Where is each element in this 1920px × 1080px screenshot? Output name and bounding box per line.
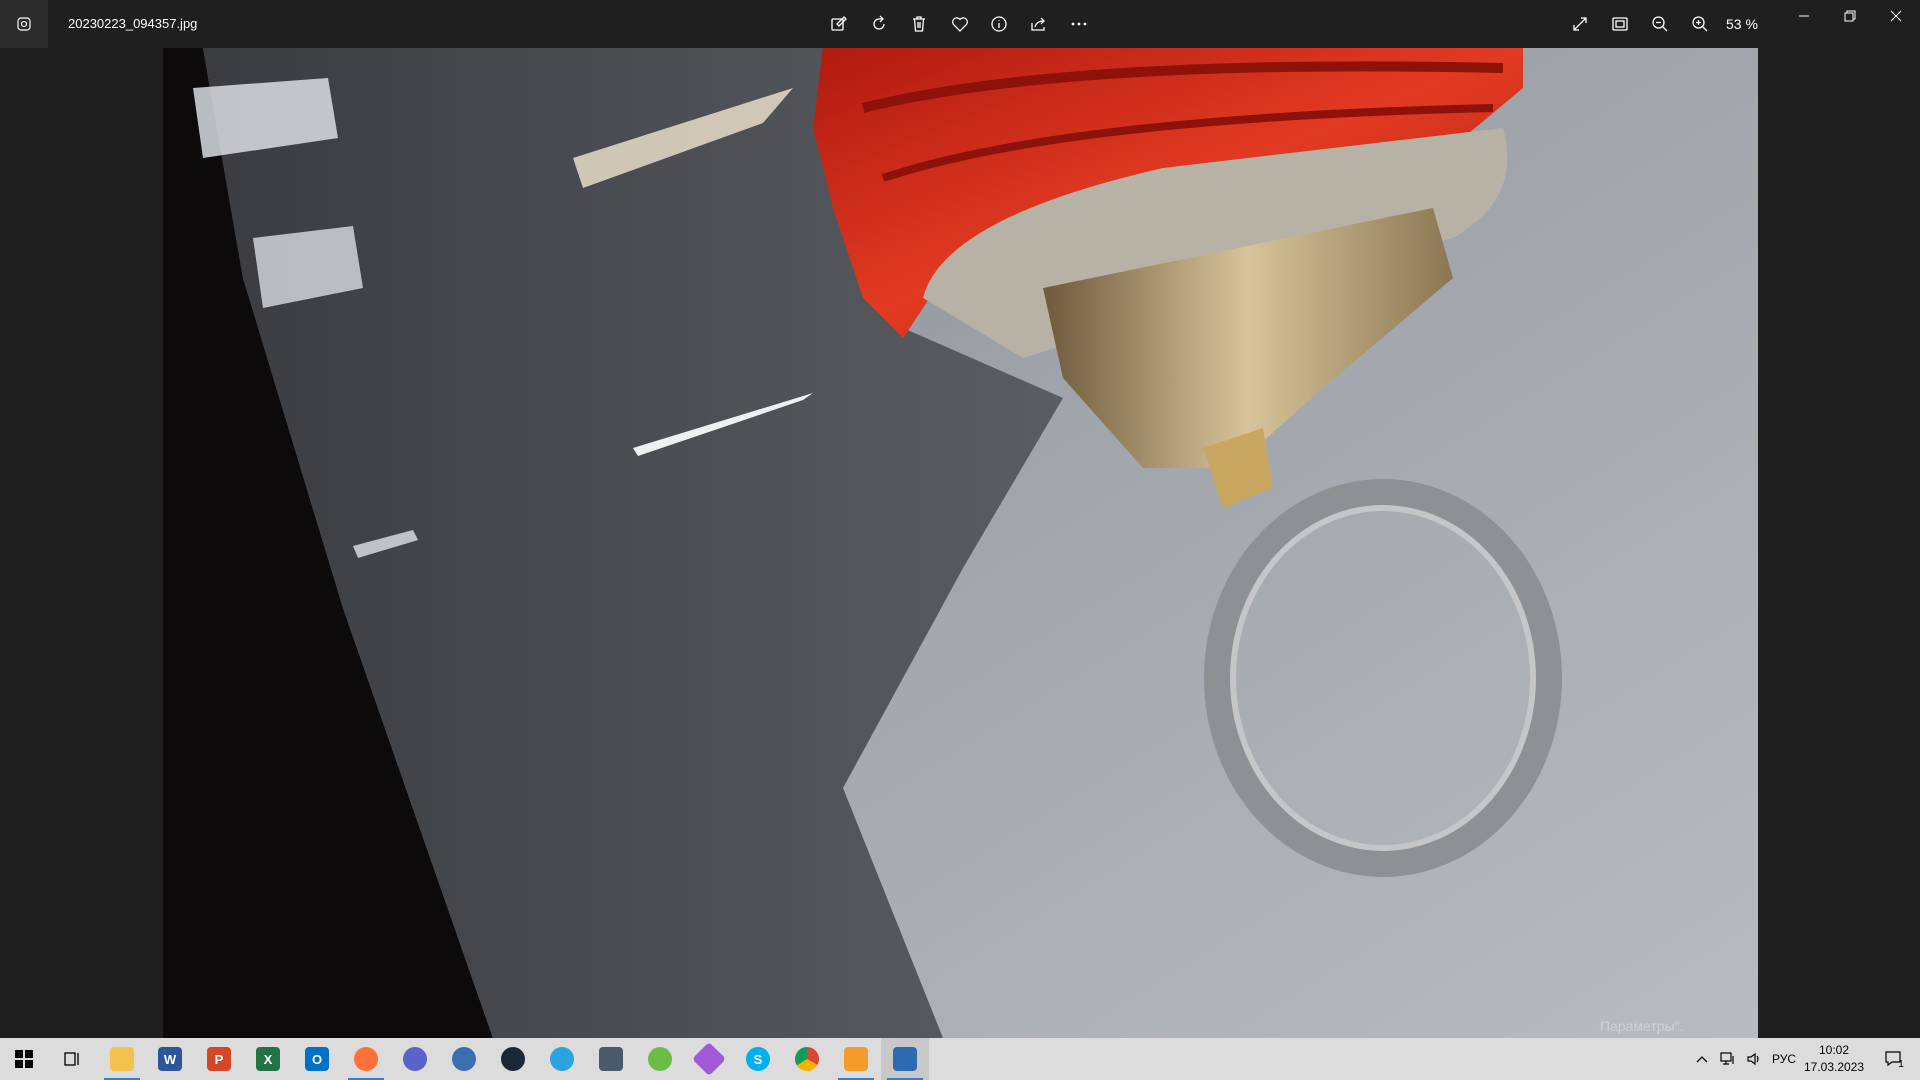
more-icon[interactable] <box>1063 8 1095 40</box>
file-name: 20230223_094357.jpg <box>68 16 198 31</box>
volume-icon[interactable] <box>1742 1038 1766 1080</box>
notification-count: 1 <box>1898 1058 1904 1070</box>
viber-icon[interactable] <box>391 1038 439 1080</box>
task-view-button[interactable] <box>48 1038 96 1080</box>
photo <box>163 48 1758 1038</box>
media-player-icon[interactable] <box>832 1038 880 1080</box>
info-icon[interactable] <box>983 8 1015 40</box>
system-clock[interactable]: 10:02 17.03.2023 <box>1800 1042 1868 1076</box>
show-hidden-icons-chevron-icon[interactable] <box>1692 1038 1712 1080</box>
network-icon[interactable] <box>1716 1038 1740 1080</box>
firefox-icon[interactable] <box>342 1038 390 1080</box>
clock-date: 17.03.2023 <box>1803 1060 1865 1074</box>
github-icon[interactable] <box>440 1038 488 1080</box>
share-icon[interactable] <box>1023 8 1055 40</box>
minimize-button[interactable] <box>1781 0 1827 32</box>
outlook-icon[interactable]: O <box>293 1038 341 1080</box>
taskbar: W P X O S РУС 10:02 17.03.2023 1 <box>0 1038 1920 1080</box>
notification-center-icon[interactable]: 1 <box>1872 1038 1916 1080</box>
favorite-icon[interactable] <box>944 8 976 40</box>
start-button[interactable] <box>0 1038 48 1080</box>
clock-time: 10:02 <box>1818 1043 1850 1057</box>
telegram-icon[interactable] <box>538 1038 586 1080</box>
fullscreen-icon[interactable] <box>1564 8 1596 40</box>
calculator-icon[interactable] <box>587 1038 635 1080</box>
zoom-level[interactable]: 53 % <box>1726 0 1758 48</box>
file-explorer-icon[interactable] <box>98 1038 146 1080</box>
zoom-out-icon[interactable] <box>1644 8 1676 40</box>
powerpoint-icon[interactable]: P <box>195 1038 243 1080</box>
utorrent-icon[interactable] <box>636 1038 684 1080</box>
skype-icon[interactable]: S <box>734 1038 782 1080</box>
chrome-icon[interactable] <box>783 1038 831 1080</box>
excel-icon[interactable]: X <box>244 1038 292 1080</box>
photos-taskbar-icon[interactable] <box>881 1038 929 1080</box>
activation-watermark: Параметры". <box>1600 1018 1684 1034</box>
photos-app-icon[interactable] <box>0 0 48 48</box>
delete-icon[interactable] <box>903 8 935 40</box>
edit-image-icon[interactable] <box>823 8 855 40</box>
restore-button[interactable] <box>1827 0 1873 32</box>
input-language[interactable]: РУС <box>1770 1038 1798 1080</box>
zoom-in-icon[interactable] <box>1684 8 1716 40</box>
title-bar: 20230223_094357.jpg 53 % <box>0 0 1920 48</box>
word-icon[interactable]: W <box>146 1038 194 1080</box>
rotate-icon[interactable] <box>863 8 895 40</box>
close-button[interactable] <box>1873 0 1919 32</box>
paint3d-icon[interactable] <box>685 1038 733 1080</box>
photo-viewport[interactable]: Параметры". <box>0 48 1920 1038</box>
actual-size-icon[interactable] <box>1604 8 1636 40</box>
steam-icon[interactable] <box>489 1038 537 1080</box>
